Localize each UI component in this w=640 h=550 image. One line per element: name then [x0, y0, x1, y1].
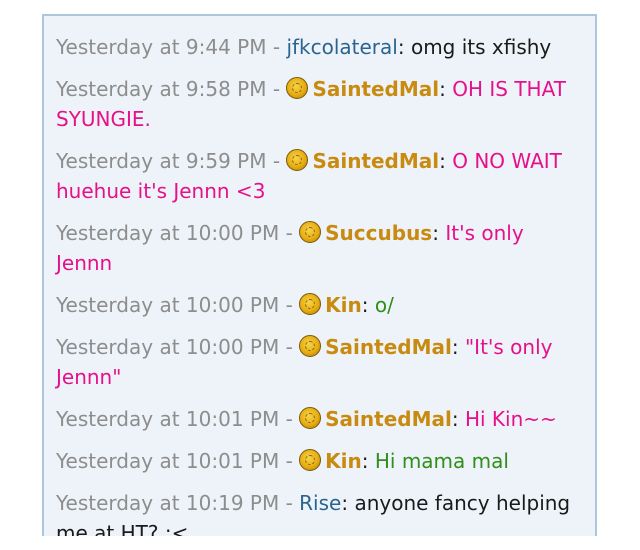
chat-message: Yesterday at 10:00 PM - SaintedMal: "It'… — [56, 332, 586, 392]
message-username[interactable]: SaintedMal — [325, 335, 452, 359]
chat-message: Yesterday at 9:59 PM - SaintedMal: O NO … — [56, 146, 586, 206]
message-timestamp: Yesterday at 10:00 PM — [56, 335, 280, 359]
username-colon: : — [361, 449, 369, 473]
timestamp-separator: - — [285, 293, 293, 317]
gold-coin-badge-icon — [286, 149, 309, 171]
timestamp-separator: - — [285, 221, 293, 245]
gold-coin-badge-icon — [286, 77, 309, 99]
username-colon: : — [341, 491, 349, 515]
timestamp-separator: - — [272, 77, 281, 101]
clipped-previous-message — [44, 16, 595, 20]
message-username[interactable]: SaintedMal — [312, 77, 439, 101]
message-username[interactable]: SaintedMal — [325, 407, 452, 431]
message-timestamp: Yesterday at 10:00 PM — [56, 221, 280, 245]
username-colon: : — [397, 35, 405, 59]
chat-message: Yesterday at 10:00 PM - Succubus: It's o… — [56, 218, 586, 278]
message-username[interactable]: SaintedMal — [312, 149, 439, 173]
message-username[interactable]: Rise — [299, 491, 341, 515]
message-timestamp: Yesterday at 10:19 PM — [56, 491, 280, 515]
chat-log-panel[interactable]: Yesterday at 9:44 PM - jfkcolateral: omg… — [42, 14, 597, 536]
message-timestamp: Yesterday at 9:44 PM — [56, 35, 267, 59]
timestamp-separator: - — [285, 335, 293, 359]
timestamp-separator: - — [272, 149, 281, 173]
username-colon: : — [451, 407, 459, 431]
message-username[interactable]: jfkcolateral — [286, 35, 397, 59]
message-timestamp: Yesterday at 10:01 PM — [56, 407, 280, 431]
message-text: o/ — [374, 293, 394, 317]
username-colon: : — [361, 293, 369, 317]
chat-message: Yesterday at 9:44 PM - jfkcolateral: omg… — [56, 32, 586, 62]
message-text: omg its xfishy — [410, 35, 552, 59]
username-colon: : — [439, 77, 446, 101]
message-timestamp: Yesterday at 10:00 PM — [56, 293, 280, 317]
message-text: Hi Kin~~ — [464, 407, 557, 431]
chat-message: Yesterday at 10:01 PM - Kin: Hi mama mal — [56, 446, 586, 476]
gold-coin-badge-icon — [299, 335, 322, 357]
message-timestamp: Yesterday at 9:58 PM — [56, 77, 267, 101]
message-username[interactable]: Kin — [325, 293, 362, 317]
username-colon: : — [432, 221, 439, 245]
username-colon: : — [439, 149, 446, 173]
timestamp-separator: - — [272, 35, 281, 59]
message-timestamp: Yesterday at 10:01 PM — [56, 449, 280, 473]
gold-coin-badge-icon — [299, 449, 322, 471]
message-timestamp: Yesterday at 9:59 PM — [56, 149, 267, 173]
timestamp-separator: - — [285, 407, 293, 431]
gold-coin-badge-icon — [299, 407, 322, 429]
gold-coin-badge-icon — [299, 293, 322, 315]
message-username[interactable]: Kin — [325, 449, 362, 473]
gold-coin-badge-icon — [299, 221, 322, 243]
timestamp-separator: - — [285, 491, 293, 515]
chat-message: Yesterday at 10:19 PM - Rise: anyone fan… — [56, 488, 586, 536]
chat-message: Yesterday at 10:01 PM - SaintedMal: Hi K… — [56, 404, 586, 434]
message-text: Hi mama mal — [374, 449, 509, 473]
chat-message: Yesterday at 9:58 PM - SaintedMal: OH IS… — [56, 74, 586, 134]
timestamp-separator: - — [285, 449, 293, 473]
chat-message: Yesterday at 10:00 PM - Kin: o/ — [56, 290, 586, 320]
username-colon: : — [451, 335, 459, 359]
message-username[interactable]: Succubus — [325, 221, 432, 245]
